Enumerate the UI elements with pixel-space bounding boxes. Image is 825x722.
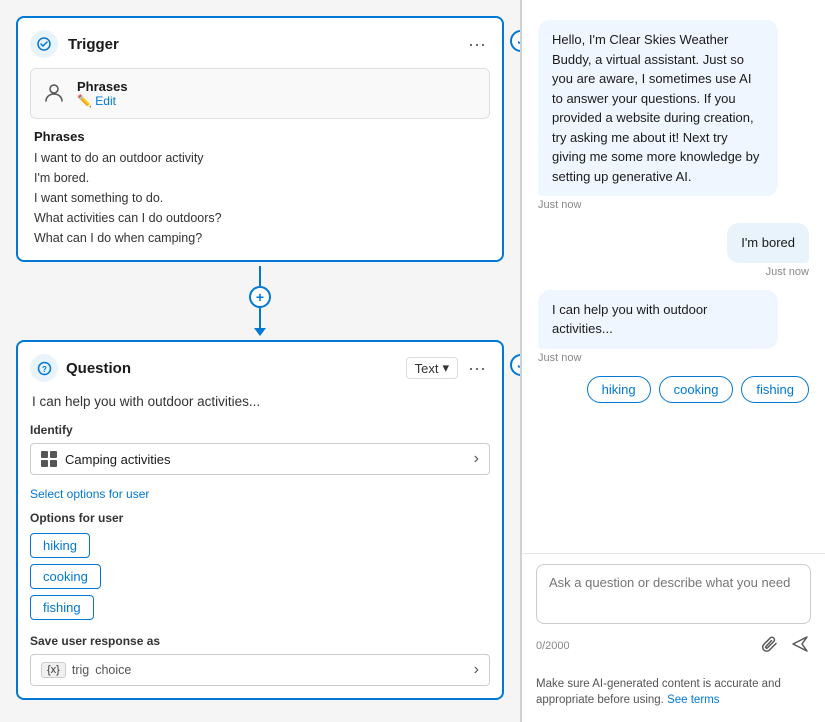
- connector-arrow: [254, 328, 266, 336]
- question-title: Question: [66, 360, 131, 377]
- trigger-menu-button[interactable]: ···: [464, 34, 490, 55]
- chat-option-button[interactable]: hiking: [587, 376, 651, 403]
- var-badge: {x}: [41, 662, 66, 678]
- person-icon: [43, 82, 67, 106]
- option-tag[interactable]: cooking: [30, 564, 101, 589]
- identify-label: Identify: [30, 423, 490, 437]
- user-message-1: I'm bored: [727, 223, 809, 263]
- message-preview: I can help you with outdoor activities..…: [30, 394, 490, 409]
- question-menu-button[interactable]: ···: [464, 358, 490, 379]
- bot-message-1: Hello, I'm Clear Skies Weather Buddy, a …: [538, 20, 778, 196]
- phrase-item: What activities can I do outdoors?: [34, 208, 486, 228]
- trigger-check-badge: ✓: [510, 30, 520, 52]
- chat-actions: [759, 633, 811, 660]
- phrases-subcard: Phrases ✏️ Edit: [30, 68, 490, 119]
- var-name: choice: [95, 663, 131, 677]
- connector-1: +: [16, 262, 504, 340]
- chat-option-button[interactable]: cooking: [659, 376, 734, 403]
- left-panel: Trigger ··· Phrases ✏️ Edit Phrases: [0, 0, 520, 722]
- save-response-row[interactable]: {x} trig choice ›: [30, 654, 490, 686]
- question-header-left: ? Question: [30, 354, 131, 382]
- camping-left: Camping activities: [41, 451, 171, 467]
- question-header: ? Question Text ▾ ···: [30, 354, 490, 382]
- option-tag[interactable]: hiking: [30, 533, 90, 558]
- connector-line-1: [259, 266, 261, 286]
- timestamp-3: Just now: [538, 352, 581, 364]
- send-button[interactable]: [789, 633, 811, 660]
- edit-link[interactable]: ✏️ Edit: [77, 94, 128, 108]
- timestamp-2: Just now: [766, 266, 809, 278]
- phrase-item: I want something to do.: [34, 188, 486, 208]
- chat-input-footer: 0/2000: [536, 633, 811, 660]
- chat-area: Hello, I'm Clear Skies Weather Buddy, a …: [522, 0, 825, 553]
- disclaimer-link[interactable]: See terms: [667, 694, 719, 706]
- phrase-lines: I want to do an outdoor activityI'm bore…: [34, 148, 486, 248]
- chevron-right-icon-2: ›: [474, 661, 479, 679]
- chat-options-row: hiking cooking fishing: [587, 376, 809, 403]
- chat-group-1: Hello, I'm Clear Skies Weather Buddy, a …: [538, 20, 809, 211]
- chevron-down-icon: ▾: [442, 360, 449, 376]
- add-step-button[interactable]: +: [249, 286, 271, 308]
- save-response-left: {x} trig choice: [41, 662, 131, 678]
- disclaimer-text: Make sure AI-generated content is accura…: [536, 678, 781, 706]
- edit-icon: ✏️: [77, 94, 95, 108]
- chat-input[interactable]: [536, 564, 811, 624]
- chat-group-3: I can help you with outdoor activities..…: [538, 290, 809, 364]
- camping-activities-row[interactable]: Camping activities ›: [30, 443, 490, 475]
- type-label: Text: [415, 361, 439, 376]
- save-response-label: Save user response as: [30, 634, 490, 648]
- identify-value: Camping activities: [65, 452, 171, 467]
- phrase-item: I'm bored.: [34, 168, 486, 188]
- trigger-card: Trigger ··· Phrases ✏️ Edit Phrases: [16, 16, 504, 262]
- chevron-right-icon: ›: [474, 450, 479, 468]
- question-check-badge: ✓: [510, 354, 520, 376]
- attachment-button[interactable]: [759, 633, 781, 660]
- chat-input-area: 0/2000: [522, 553, 825, 670]
- question-icon: ?: [30, 354, 58, 382]
- grid-icon: [41, 451, 57, 467]
- select-options-link[interactable]: Select options for user: [30, 487, 490, 501]
- phrases-subcard-content: Phrases ✏️ Edit: [77, 79, 128, 108]
- trigger-icon: [30, 30, 58, 58]
- timestamp-1: Just now: [538, 199, 581, 211]
- trigger-card-header: Trigger ···: [30, 30, 490, 58]
- var-trig: trig: [72, 663, 89, 677]
- char-count: 0/2000: [536, 640, 570, 652]
- phrases-content: Phrases I want to do an outdoor activity…: [30, 129, 490, 248]
- phrase-item: I want to do an outdoor activity: [34, 148, 486, 168]
- bot-message-2: I can help you with outdoor activities..…: [538, 290, 778, 349]
- right-panel: Hello, I'm Clear Skies Weather Buddy, a …: [522, 0, 825, 722]
- var-prefix: {x}: [47, 664, 60, 676]
- trigger-header-left: Trigger: [30, 30, 119, 58]
- chat-group-2: I'm bored Just now: [538, 223, 809, 278]
- question-card: ? Question Text ▾ ··· ✓ I can help you w…: [16, 340, 504, 700]
- option-tag[interactable]: fishing: [30, 595, 94, 620]
- phrases-subcard-label: Phrases: [77, 79, 128, 94]
- trigger-header-right: ···: [464, 34, 490, 55]
- question-header-right: Text ▾ ···: [406, 357, 490, 379]
- connector-line-2: [259, 308, 261, 328]
- options-tags: hiking cooking fishing: [30, 533, 490, 620]
- chat-disclaimer: Make sure AI-generated content is accura…: [522, 670, 825, 722]
- phrases-list-title: Phrases: [34, 129, 486, 144]
- chat-option-button[interactable]: fishing: [741, 376, 809, 403]
- options-label: Options for user: [30, 511, 490, 525]
- type-dropdown[interactable]: Text ▾: [406, 357, 458, 379]
- trigger-title: Trigger: [68, 36, 119, 53]
- phrase-item: What can I do when camping?: [34, 228, 486, 248]
- svg-text:?: ?: [42, 365, 47, 374]
